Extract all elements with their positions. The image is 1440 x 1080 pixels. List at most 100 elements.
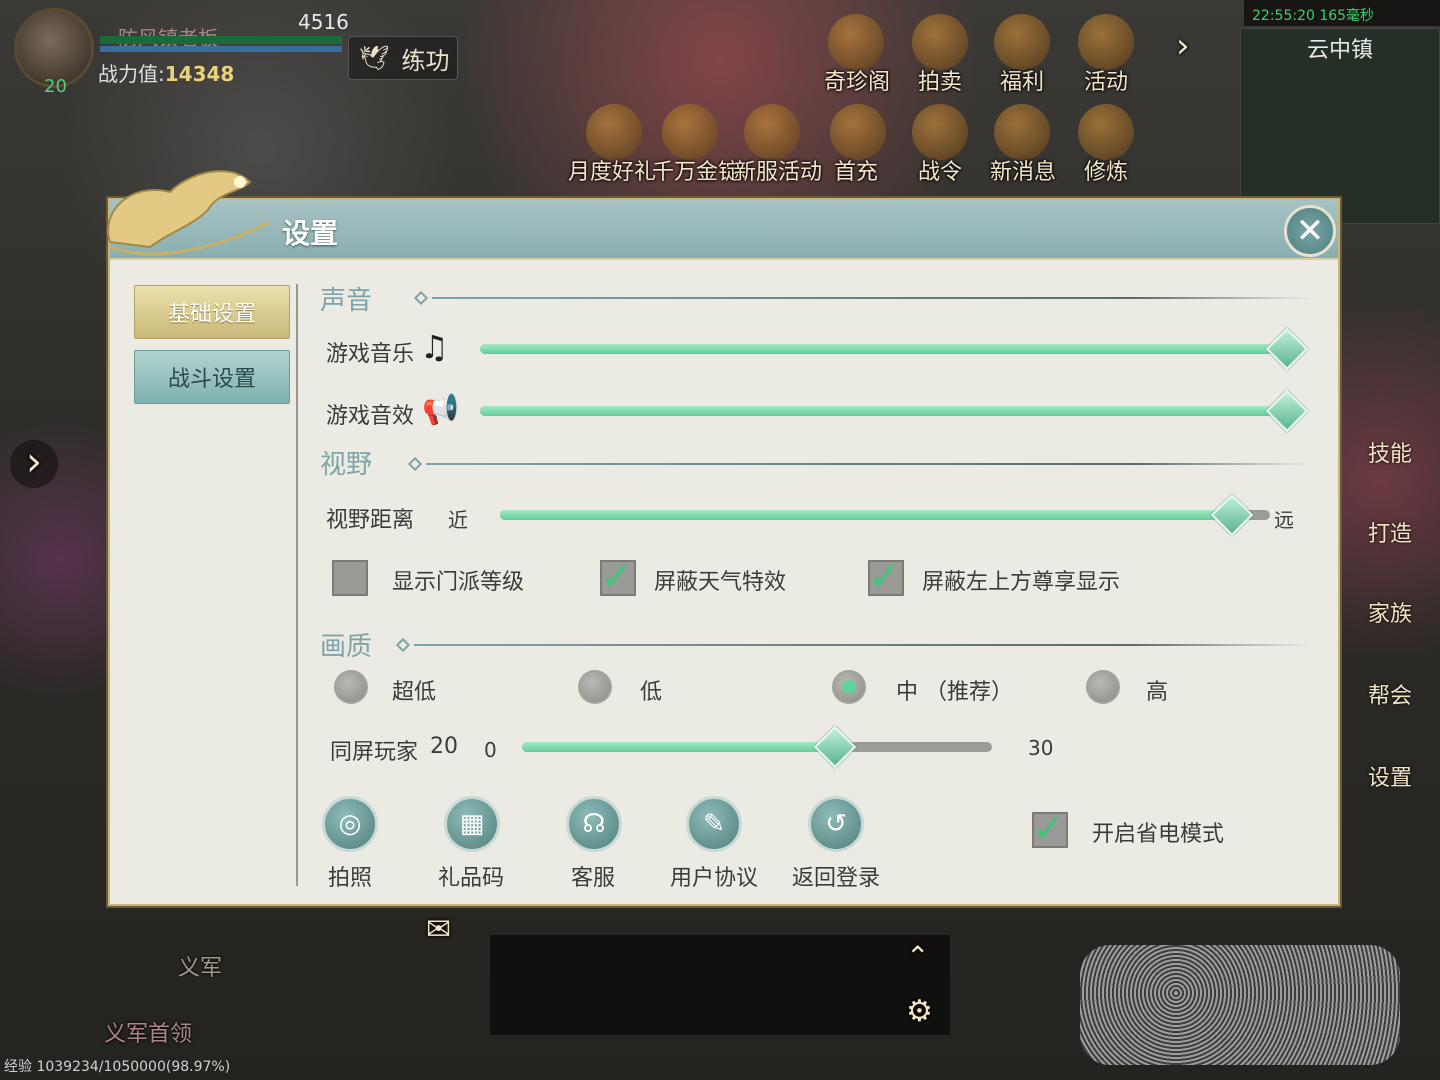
- view-distance-label: 视野距离: [326, 508, 415, 533]
- checkbox-power-save[interactable]: ✓: [1032, 806, 1068, 852]
- gift-code-label: 礼品码: [437, 866, 504, 891]
- gear-icon[interactable]: ⚙: [906, 994, 933, 1029]
- side-skill[interactable]: 技能: [1368, 436, 1412, 468]
- combat-power: 战力值:14348: [98, 62, 235, 86]
- hud-label-firstcharge: 首充: [834, 160, 879, 185]
- music-label: 游戏音乐: [326, 342, 415, 367]
- players-value: 20: [430, 734, 458, 759]
- view-distance-slider[interactable]: [500, 493, 1270, 537]
- side-forge[interactable]: 打造: [1368, 516, 1412, 548]
- hud-label-activity: 活动: [1084, 70, 1129, 95]
- music-slider-knob[interactable]: [1265, 327, 1309, 371]
- music-slider[interactable]: [480, 327, 1309, 371]
- first-charge-icon[interactable]: [830, 104, 886, 160]
- left-expand-icon[interactable]: ›: [10, 440, 58, 488]
- mp-bar: [100, 46, 342, 52]
- hud-label-messages: 新消息: [990, 160, 1057, 185]
- gift-code-button[interactable]: ▦: [444, 796, 500, 852]
- music-slider-fill: [480, 344, 1296, 354]
- section-view: 视野: [320, 450, 373, 480]
- players-label: 同屏玩家: [330, 740, 419, 765]
- battle-pass-icon[interactable]: [912, 104, 968, 160]
- joystick-label: 义军: [178, 956, 223, 981]
- message-icon[interactable]: [994, 104, 1050, 160]
- dialog-title: 设置: [282, 217, 339, 250]
- monthly-gift-icon[interactable]: [586, 104, 642, 160]
- map-title: 云中镇: [1306, 38, 1373, 63]
- radio-quality-ultralow[interactable]: [334, 670, 368, 704]
- close-button[interactable]: ✕: [1284, 205, 1336, 257]
- hud-label-newserver: 新服活动: [734, 160, 823, 185]
- practice-button[interactable]: 🕊 练功: [348, 36, 458, 80]
- tab-battle-settings[interactable]: 战斗设置: [134, 350, 290, 404]
- user-agreement-button[interactable]: ✎: [686, 796, 742, 852]
- activity-icon[interactable]: [1078, 14, 1134, 70]
- return-icon: ↺: [825, 809, 847, 839]
- chat-box[interactable]: [490, 935, 950, 1035]
- mail-icon[interactable]: ✉: [426, 912, 451, 947]
- hp-bar: [100, 36, 342, 44]
- gold-icon[interactable]: [662, 104, 718, 160]
- settings-dialog: 设置 ✕ 基础设置 战斗设置 声音 游戏音乐 ♫ 游戏音效 📢 视野 视野距离 …: [107, 170, 1340, 906]
- status-bar: 22:55:20 165毫秒: [1244, 0, 1440, 26]
- quality-high-label: 高: [1146, 680, 1169, 705]
- radio-quality-medium[interactable]: [832, 670, 866, 704]
- chevron-right-icon[interactable]: ›: [1176, 26, 1190, 66]
- support-button[interactable]: ☊: [566, 796, 622, 852]
- view-slider-knob[interactable]: [1210, 493, 1254, 537]
- checkbox-block-vip-display[interactable]: ✓: [868, 554, 904, 600]
- hud-label-treasure: 奇珍阁: [824, 70, 891, 95]
- side-family[interactable]: 家族: [1368, 596, 1412, 628]
- support-label: 客服: [570, 866, 615, 891]
- treasure-icon[interactable]: [828, 14, 884, 70]
- crane-icon: 🕊: [359, 44, 390, 72]
- player-level: 20: [44, 76, 67, 97]
- radio-quality-high[interactable]: [1086, 670, 1120, 704]
- hud-label-gold: 千万金锭: [652, 160, 741, 185]
- section-line: [426, 463, 1312, 465]
- block-vip-display-label: 屏蔽左上方尊享显示: [922, 570, 1121, 595]
- checkbox-show-sect-level[interactable]: [332, 560, 368, 596]
- return-login-button[interactable]: ↺: [808, 796, 864, 852]
- block-weather-label: 屏蔽天气特效: [654, 570, 787, 595]
- power-save-label: 开启省电模式: [1092, 822, 1225, 847]
- side-guild[interactable]: 帮会: [1368, 678, 1412, 710]
- kirin-emblem-icon: [107, 170, 271, 256]
- photo-button[interactable]: ◎: [322, 796, 378, 852]
- section-quality: 画质: [320, 632, 373, 662]
- target-name: 义军首领: [104, 1022, 193, 1047]
- players-slider-fill: [522, 742, 835, 752]
- effects-slider[interactable]: [480, 389, 1309, 433]
- headset-icon: ☊: [582, 809, 606, 839]
- hud-label-auction: 拍卖: [918, 70, 963, 95]
- user-agreement-label: 用户协议: [669, 866, 758, 891]
- blurred-region: [1080, 945, 1400, 1065]
- section-divider-icon: [407, 456, 423, 472]
- new-server-icon[interactable]: [744, 104, 800, 160]
- players-slider-knob[interactable]: [813, 725, 857, 769]
- checkbox-block-weather[interactable]: ✓: [600, 554, 636, 600]
- effects-slider-fill: [480, 406, 1296, 416]
- checkmark-icon: ✓: [1032, 806, 1066, 852]
- players-slider[interactable]: [522, 725, 992, 769]
- side-settings[interactable]: 设置: [1368, 760, 1412, 792]
- hp-value: 4516: [298, 10, 349, 34]
- close-icon: ✕: [1295, 211, 1325, 251]
- tab-basic-settings[interactable]: 基础设置: [134, 285, 290, 339]
- chevron-up-icon[interactable]: ⌃: [906, 940, 929, 973]
- section-divider-icon: [413, 290, 429, 306]
- music-note-icon: ♫: [420, 328, 449, 366]
- auction-icon[interactable]: [912, 14, 968, 70]
- radio-quality-low[interactable]: [578, 670, 612, 704]
- effects-slider-knob[interactable]: [1265, 389, 1309, 433]
- cultivate-icon[interactable]: [1078, 104, 1134, 160]
- checkmark-icon: ✓: [868, 554, 902, 600]
- hud-label-battlepass: 战令: [918, 160, 963, 185]
- hud-label-monthly: 月度好礼: [568, 160, 657, 185]
- quality-medium-label: 中 （推荐）: [896, 680, 1013, 705]
- welfare-icon[interactable]: [994, 14, 1050, 70]
- section-sound: 声音: [320, 286, 373, 316]
- players-max: 30: [1028, 736, 1054, 760]
- photo-label: 拍照: [327, 866, 372, 891]
- divider: [296, 284, 298, 886]
